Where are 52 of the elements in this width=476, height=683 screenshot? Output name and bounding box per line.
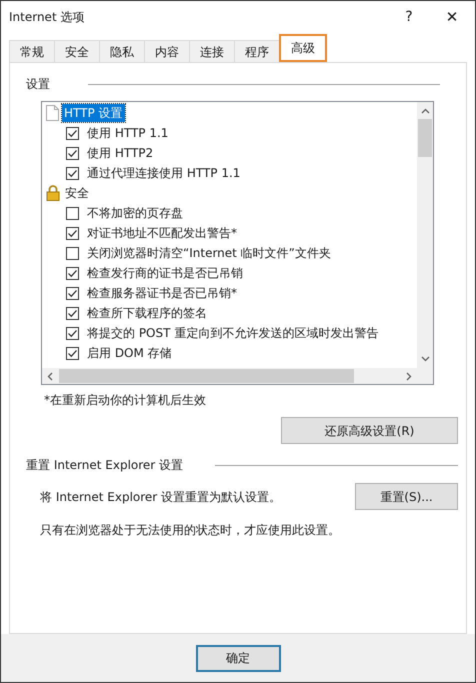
window-title: Internet 选项 <box>9 9 84 26</box>
checkbox[interactable] <box>66 266 79 280</box>
setting-label: 检查服务器证书是否已吊销* <box>87 285 237 302</box>
setting-label: 关闭浏览器时清空“Internet 临时文件”文件夹 <box>87 245 331 262</box>
tab[interactable]: 内容 <box>144 40 190 63</box>
restart-note: *在重新启动你的计算机后生效 <box>44 392 207 409</box>
tab[interactable]: 隐私 <box>99 40 145 63</box>
checkbox[interactable] <box>66 286 79 300</box>
section-title: 设置 <box>26 76 50 93</box>
checkbox[interactable] <box>66 246 79 260</box>
setting-label: 不将加密的页存盘 <box>87 205 183 222</box>
setting-label: 对证书地址不匹配发出警告* <box>87 225 237 242</box>
reset-description: 将 Internet Explorer 设置重置为默认设置。 <box>40 488 282 506</box>
setting-label: 使用 HTTP2 <box>87 145 154 162</box>
scroll-left-icon[interactable] <box>47 372 53 380</box>
tab[interactable]: 常规 <box>9 40 55 63</box>
tab[interactable]: 安全 <box>54 40 100 63</box>
setting-label: 启用 DOM 存储 <box>87 345 172 362</box>
close-button[interactable]: ✕ <box>429 3 475 31</box>
setting-label: 检查发行商的证书是否已吊销 <box>87 265 243 282</box>
ok-button[interactable]: 确定 <box>196 644 280 672</box>
vertical-scrollbar[interactable] <box>417 102 433 368</box>
scroll-up-icon[interactable] <box>420 108 430 114</box>
checkbox[interactable] <box>66 226 79 240</box>
checkbox[interactable] <box>66 166 79 180</box>
setting-label: 通过代理连接使用 HTTP 1.1 <box>87 165 240 182</box>
scroll-right-icon[interactable] <box>406 372 412 380</box>
setting-label: 检查所下载程序的签名 <box>87 305 207 322</box>
checkbox[interactable] <box>66 206 79 220</box>
group-label[interactable]: 安全 <box>63 184 91 202</box>
scroll-thumb[interactable] <box>59 369 354 383</box>
checkbox[interactable] <box>66 306 79 320</box>
checkbox[interactable] <box>66 346 79 360</box>
tab[interactable]: 高级 <box>279 34 327 62</box>
help-button[interactable]: ? <box>389 3 429 31</box>
scroll-thumb[interactable] <box>418 119 432 157</box>
horizontal-scrollbar[interactable] <box>42 368 433 384</box>
tab[interactable]: 连接 <box>189 40 235 63</box>
checkbox[interactable] <box>66 326 79 340</box>
scroll-down-icon[interactable] <box>420 356 430 362</box>
setting-label: 使用 HTTP 1.1 <box>87 125 168 142</box>
checkbox[interactable] <box>66 126 79 140</box>
lock-icon <box>46 185 60 201</box>
page-icon <box>46 105 59 121</box>
checkbox[interactable] <box>66 146 79 160</box>
setting-label: 将提交的 POST 重定向到不允许发送的区域时发出警告 <box>87 325 378 342</box>
reset-hint: 只有在浏览器处于无法使用的状态时，才应使用此设置。 <box>40 522 341 539</box>
tab[interactable]: 程序 <box>234 40 280 63</box>
restore-advanced-button[interactable]: 还原高级设置(R) <box>281 417 458 444</box>
reset-button[interactable]: 重置(S)... <box>355 483 458 510</box>
group-label[interactable]: HTTP 设置 <box>62 104 125 122</box>
section-title: 重置 Internet Explorer 设置 <box>26 457 184 474</box>
